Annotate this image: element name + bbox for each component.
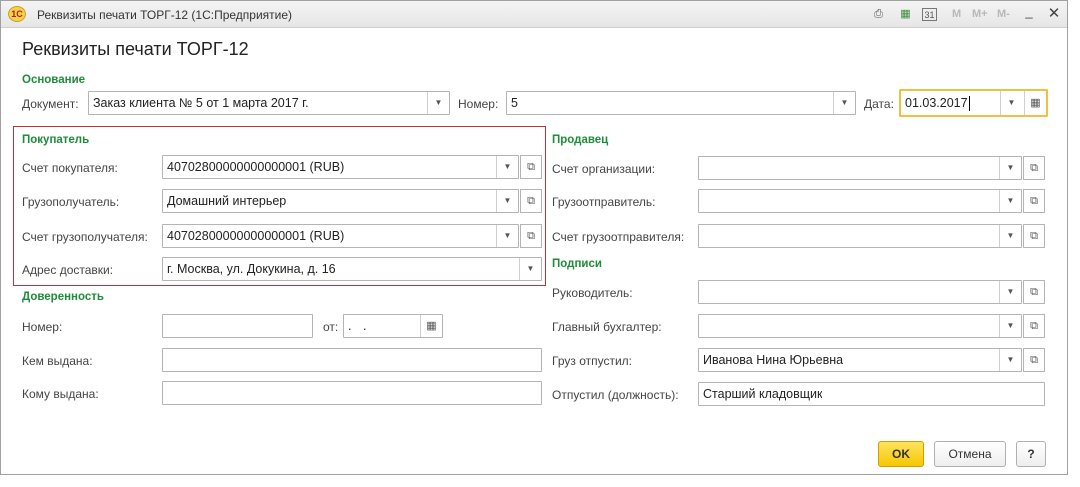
consignee-value: Домашний интерьер: [167, 194, 287, 208]
dropdown-icon[interactable]: ▼: [1000, 91, 1022, 115]
1c-logo-icon: 1С: [8, 6, 26, 22]
number-field[interactable]: 5 ▼: [506, 91, 856, 115]
calendar-icon[interactable]: 31: [922, 8, 937, 21]
org-account-label: Счет организации:: [552, 162, 656, 176]
proxy-number-label: Номер:: [22, 320, 63, 334]
consignee-account-field[interactable]: 40702800000000000001 (RUB) ▼: [162, 224, 519, 248]
shipper-account-field[interactable]: ▼: [698, 224, 1022, 248]
memory-minus-button[interactable]: M-: [997, 8, 1010, 20]
title-bar: 1С Реквизиты печати ТОРГ-12 (1С:Предприя…: [1, 1, 1067, 28]
proxy-number-field[interactable]: [162, 314, 313, 338]
buyer-account-field[interactable]: 40702800000000000001 (RUB) ▼: [162, 155, 519, 179]
section-signatures: Подписи: [552, 258, 602, 270]
date-label: Дата:: [864, 97, 894, 111]
close-button[interactable]: ✕: [1045, 5, 1063, 23]
open-icon[interactable]: ⧉: [1023, 224, 1045, 248]
open-icon[interactable]: ⧉: [520, 189, 542, 213]
open-icon[interactable]: ⧉: [520, 155, 542, 179]
proxy-date-field[interactable]: . . ▦: [343, 314, 443, 338]
ok-button[interactable]: OK: [878, 441, 924, 467]
memory-plus-button[interactable]: M+: [972, 8, 988, 20]
open-icon[interactable]: ⧉: [1023, 348, 1045, 372]
released-position-value: Старший кладовщик: [703, 387, 823, 401]
number-value: 5: [511, 96, 518, 110]
section-proxy: Доверенность: [22, 291, 104, 303]
released-position-field[interactable]: Старший кладовщик: [698, 382, 1045, 406]
issued-to-label: Кому выдана:: [22, 387, 99, 401]
shipper-label: Грузоотправитель:: [552, 195, 656, 209]
issued-by-field[interactable]: [162, 348, 542, 372]
memory-m-button[interactable]: M: [952, 8, 961, 20]
shipper-account-label: Счет грузоотправителя:: [552, 230, 685, 244]
head-label: Руководитель:: [552, 286, 633, 300]
calculator-icon[interactable]: ▦: [898, 7, 913, 22]
delivery-address-value: г. Москва, ул. Докукина, д. 16: [167, 262, 336, 276]
document-label: Документ:: [22, 97, 79, 111]
consignee-account-label: Счет грузополучателя:: [22, 230, 148, 244]
head-field[interactable]: ▼: [698, 280, 1022, 304]
calendar-button-icon[interactable]: ▦: [420, 315, 442, 337]
section-basis: Основание: [22, 74, 86, 86]
consignee-field[interactable]: Домашний интерьер ▼: [162, 189, 519, 213]
released-by-label: Груз отпустил:: [552, 354, 633, 368]
released-by-value: Иванова Нина Юрьевна: [703, 353, 844, 367]
open-icon[interactable]: ⧉: [1023, 189, 1045, 213]
dropdown-icon[interactable]: ▼: [496, 190, 518, 212]
dropdown-icon[interactable]: ▼: [519, 258, 541, 280]
section-seller: Продавец: [552, 134, 609, 146]
open-icon[interactable]: ⧉: [1023, 280, 1045, 304]
window-title: Реквизиты печати ТОРГ-12 (1С:Предприятие…: [37, 8, 293, 22]
buyer-account-value: 40702800000000000001 (RUB): [167, 160, 345, 174]
form-title: Реквизиты печати ТОРГ-12: [22, 39, 249, 59]
proxy-date-value: . .: [348, 319, 371, 333]
open-icon[interactable]: ⧉: [520, 224, 542, 248]
dialog-window: 1С Реквизиты печати ТОРГ-12 (1С:Предприя…: [0, 0, 1068, 475]
help-button[interactable]: ?: [1016, 441, 1046, 467]
consignee-account-value: 40702800000000000001 (RUB): [167, 229, 345, 243]
dropdown-icon[interactable]: ▼: [496, 225, 518, 247]
section-buyer: Покупатель: [22, 134, 90, 146]
buyer-account-label: Счет покупателя:: [22, 161, 118, 175]
delivery-address-label: Адрес доставки:: [22, 263, 114, 277]
delivery-address-field[interactable]: г. Москва, ул. Докукина, д. 16 ▼: [162, 257, 542, 281]
print-icon[interactable]: ⎙: [871, 7, 886, 22]
dropdown-icon[interactable]: ▼: [427, 92, 449, 114]
issued-by-label: Кем выдана:: [22, 354, 93, 368]
open-icon[interactable]: ⧉: [1023, 156, 1045, 180]
calendar-button-icon[interactable]: ▦: [1024, 91, 1046, 115]
released-position-label: Отпустил (должность):: [552, 388, 679, 402]
dropdown-icon[interactable]: ▼: [999, 281, 1021, 303]
shipper-field[interactable]: ▼: [698, 189, 1022, 213]
released-by-field[interactable]: Иванова Нина Юрьевна ▼: [698, 348, 1022, 372]
document-field[interactable]: Заказ клиента № 5 от 1 марта 2017 г. ▼: [88, 91, 450, 115]
issued-to-field[interactable]: [162, 381, 542, 405]
minimize-button[interactable]: _: [1020, 3, 1038, 21]
chief-accountant-label: Главный бухгалтер:: [552, 320, 662, 334]
document-value: Заказ клиента № 5 от 1 марта 2017 г.: [93, 96, 309, 110]
cancel-button[interactable]: Отмена: [934, 441, 1006, 467]
date-field[interactable]: 01.03.2017 ▼ ▦: [899, 89, 1048, 117]
open-icon[interactable]: ⧉: [1023, 314, 1045, 338]
dropdown-icon[interactable]: ▼: [999, 225, 1021, 247]
consignee-label: Грузополучатель:: [22, 195, 120, 209]
dropdown-icon[interactable]: ▼: [496, 156, 518, 178]
org-account-field[interactable]: ▼: [698, 156, 1022, 180]
dropdown-icon[interactable]: ▼: [833, 92, 855, 114]
proxy-from-label: от:: [323, 320, 339, 334]
dropdown-icon[interactable]: ▼: [999, 315, 1021, 337]
chief-accountant-field[interactable]: ▼: [698, 314, 1022, 338]
dropdown-icon[interactable]: ▼: [999, 190, 1021, 212]
number-label: Номер:: [458, 97, 499, 111]
dropdown-icon[interactable]: ▼: [999, 157, 1021, 179]
dropdown-icon[interactable]: ▼: [999, 349, 1021, 371]
date-value: 01.03.2017: [905, 96, 968, 110]
